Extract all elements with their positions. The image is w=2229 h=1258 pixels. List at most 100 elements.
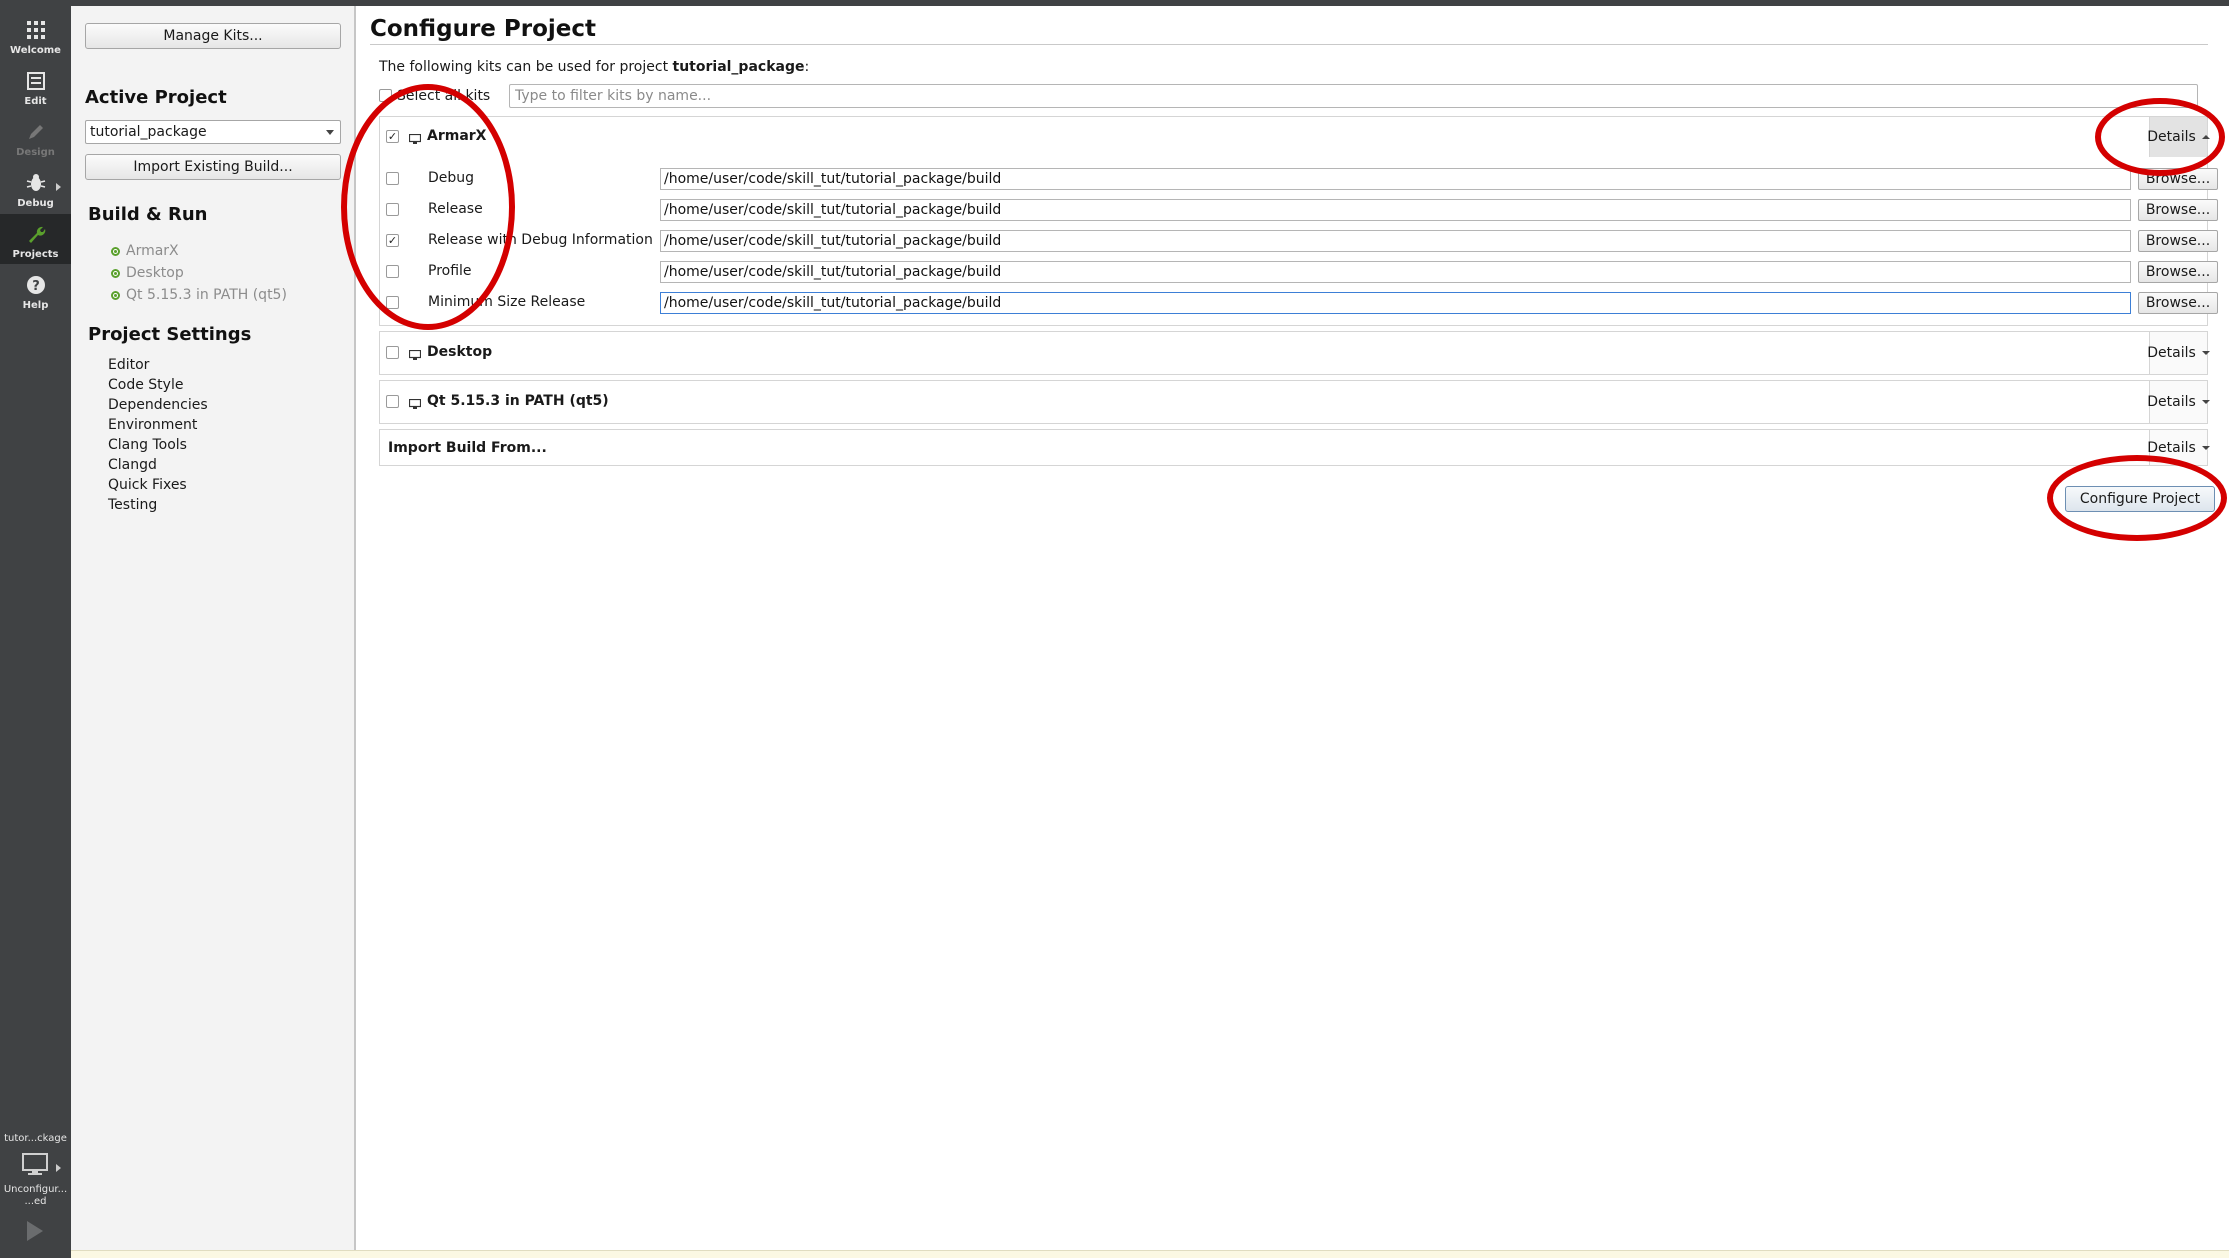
browse-button-debug[interactable]: Browse...: [2138, 168, 2218, 190]
settings-item-quick-fixes[interactable]: Quick Fixes: [108, 477, 187, 493]
chevron-up-icon: [2201, 135, 2210, 139]
build-config-checkbox-profile[interactable]: [386, 265, 399, 278]
monitor-icon: [408, 347, 422, 360]
build-path-input-debug[interactable]: [660, 168, 2131, 190]
settings-item-testing[interactable]: Testing: [108, 497, 157, 513]
kit-name-armarx: ArmarX: [427, 128, 487, 144]
kit-panel-qt: Qt 5.15.3 in PATH (qt5) Details: [379, 380, 2210, 424]
run-icon[interactable]: [25, 1220, 45, 1246]
build-config-checkbox-release[interactable]: [386, 203, 399, 216]
mode-edit[interactable]: Edit: [0, 61, 71, 111]
build-path-input-minsizerel[interactable]: [660, 292, 2131, 314]
monitor-icon: [408, 396, 422, 409]
build-config-checkbox-debug[interactable]: [386, 172, 399, 185]
question-icon: ?: [24, 273, 48, 297]
settings-item-editor[interactable]: Editor: [108, 357, 149, 373]
settings-item-dependencies[interactable]: Dependencies: [108, 397, 208, 413]
build-config-label-debug: Debug: [428, 170, 475, 186]
target-state-label: Unconfigur...: [3, 1184, 68, 1195]
mode-label: Edit: [24, 96, 47, 107]
mode-projects[interactable]: Projects: [0, 214, 71, 264]
kit-checkbox-desktop[interactable]: [386, 346, 399, 359]
mode-label: Help: [22, 300, 49, 311]
divider: [370, 44, 2208, 45]
build-config-checkbox-relwithdebinfo[interactable]: [386, 234, 399, 247]
grid-icon: [24, 18, 48, 42]
kit-panel-desktop: Desktop Details: [379, 331, 2210, 375]
project-settings-heading: Project Settings: [88, 324, 252, 345]
chevron-down-icon: [2201, 351, 2210, 355]
browse-button-relwithdebinfo[interactable]: Browse...: [2138, 230, 2218, 252]
browse-button-profile[interactable]: Browse...: [2138, 261, 2218, 283]
kit-details-toggle-qt[interactable]: Details: [2147, 381, 2210, 423]
active-project-value: tutorial_package: [90, 124, 207, 140]
build-path-input-profile[interactable]: [660, 261, 2131, 283]
build-config-label-release: Release: [428, 201, 483, 217]
chevron-down-icon: [2201, 445, 2210, 450]
build-run-heading: Build & Run: [88, 204, 208, 225]
kit-status-icon: [111, 268, 120, 278]
status-bar: [71, 1250, 2229, 1258]
chevron-down-icon: [2201, 400, 2210, 404]
kit-name-desktop: Desktop: [427, 344, 493, 360]
target-state-label: ...ed: [24, 1196, 47, 1207]
kit-checkbox-qt[interactable]: [386, 395, 399, 408]
select-all-label: Select all kits: [397, 88, 491, 104]
active-project-select[interactable]: tutorial_package: [85, 120, 341, 144]
edit-icon: [24, 69, 48, 93]
kit-details-toggle-armarx[interactable]: Details: [2147, 117, 2210, 157]
mode-welcome[interactable]: Welcome: [0, 10, 71, 60]
active-project-heading: Active Project: [85, 87, 227, 108]
intro-text: The following kits can be used for proje…: [379, 59, 810, 75]
mode-bar: Welcome Edit Design Debug Projects ? Hel…: [0, 6, 71, 1258]
import-build-from-label: Import Build From...: [388, 440, 547, 456]
page-title: Configure Project: [370, 16, 597, 42]
import-build-panel: Import Build From... Details: [379, 429, 2210, 466]
mode-label: Projects: [12, 249, 59, 260]
mode-debug[interactable]: Debug: [0, 163, 71, 213]
settings-item-environment[interactable]: Environment: [108, 417, 197, 433]
monitor-icon: [408, 131, 422, 144]
browse-button-release[interactable]: Browse...: [2138, 199, 2218, 221]
build-run-kit-qt[interactable]: Qt 5.15.3 in PATH (qt5): [111, 287, 287, 303]
build-config-label-relwithdebinfo: Release with Debug Information: [428, 232, 653, 248]
mode-label: Debug: [17, 198, 54, 209]
settings-item-code-style[interactable]: Code Style: [108, 377, 183, 393]
kit-status-icon: [111, 246, 120, 256]
build-config-checkbox-minsizerel[interactable]: [386, 296, 399, 309]
mode-help[interactable]: ? Help: [0, 265, 71, 315]
chevron-down-icon: [326, 130, 334, 135]
configure-project-page: Configure Project The following kits can…: [358, 6, 2229, 1250]
svg-text:?: ?: [32, 279, 40, 294]
mode-design[interactable]: Design: [0, 112, 71, 162]
settings-item-clang-tools[interactable]: Clang Tools: [108, 437, 187, 453]
monitor-icon[interactable]: [22, 1153, 48, 1181]
build-config-label-minsizerel: Minimum Size Release: [428, 294, 586, 310]
import-build-details-toggle[interactable]: Details: [2147, 430, 2210, 465]
chevron-right-icon: [56, 1164, 61, 1172]
browse-button-minsizerel[interactable]: Browse...: [2138, 292, 2218, 314]
build-path-input-release[interactable]: [660, 199, 2131, 221]
kit-panel-armarx: ArmarX Details Debug Browse... Release B…: [379, 116, 2218, 326]
select-all-checkbox[interactable]: [379, 89, 392, 102]
bug-icon: [24, 171, 48, 195]
target-project-label: tutor...ckage: [4, 1133, 67, 1144]
build-run-kit-desktop[interactable]: Desktop: [111, 265, 184, 281]
project-side-panel: Manage Kits... Active Project tutorial_p…: [71, 6, 356, 1250]
mode-label: Design: [16, 147, 55, 158]
intro-project-name: tutorial_package: [672, 59, 805, 75]
kit-status-icon: [111, 290, 120, 300]
build-run-kit-armarx[interactable]: ArmarX: [111, 243, 179, 259]
build-path-input-relwithdebinfo[interactable]: [660, 230, 2131, 252]
wrench-icon: [24, 222, 48, 246]
settings-item-clangd[interactable]: Clangd: [108, 457, 157, 473]
mode-label: Welcome: [10, 45, 61, 56]
configure-project-button[interactable]: Configure Project: [2065, 486, 2215, 512]
manage-kits-button[interactable]: Manage Kits...: [85, 23, 341, 49]
kit-details-toggle-desktop[interactable]: Details: [2147, 332, 2210, 374]
import-existing-build-button[interactable]: Import Existing Build...: [85, 154, 341, 180]
build-config-label-profile: Profile: [428, 263, 472, 279]
kit-filter-input[interactable]: [509, 84, 2198, 108]
kit-name-qt: Qt 5.15.3 in PATH (qt5): [427, 393, 609, 409]
kit-checkbox-armarx[interactable]: [386, 130, 399, 143]
